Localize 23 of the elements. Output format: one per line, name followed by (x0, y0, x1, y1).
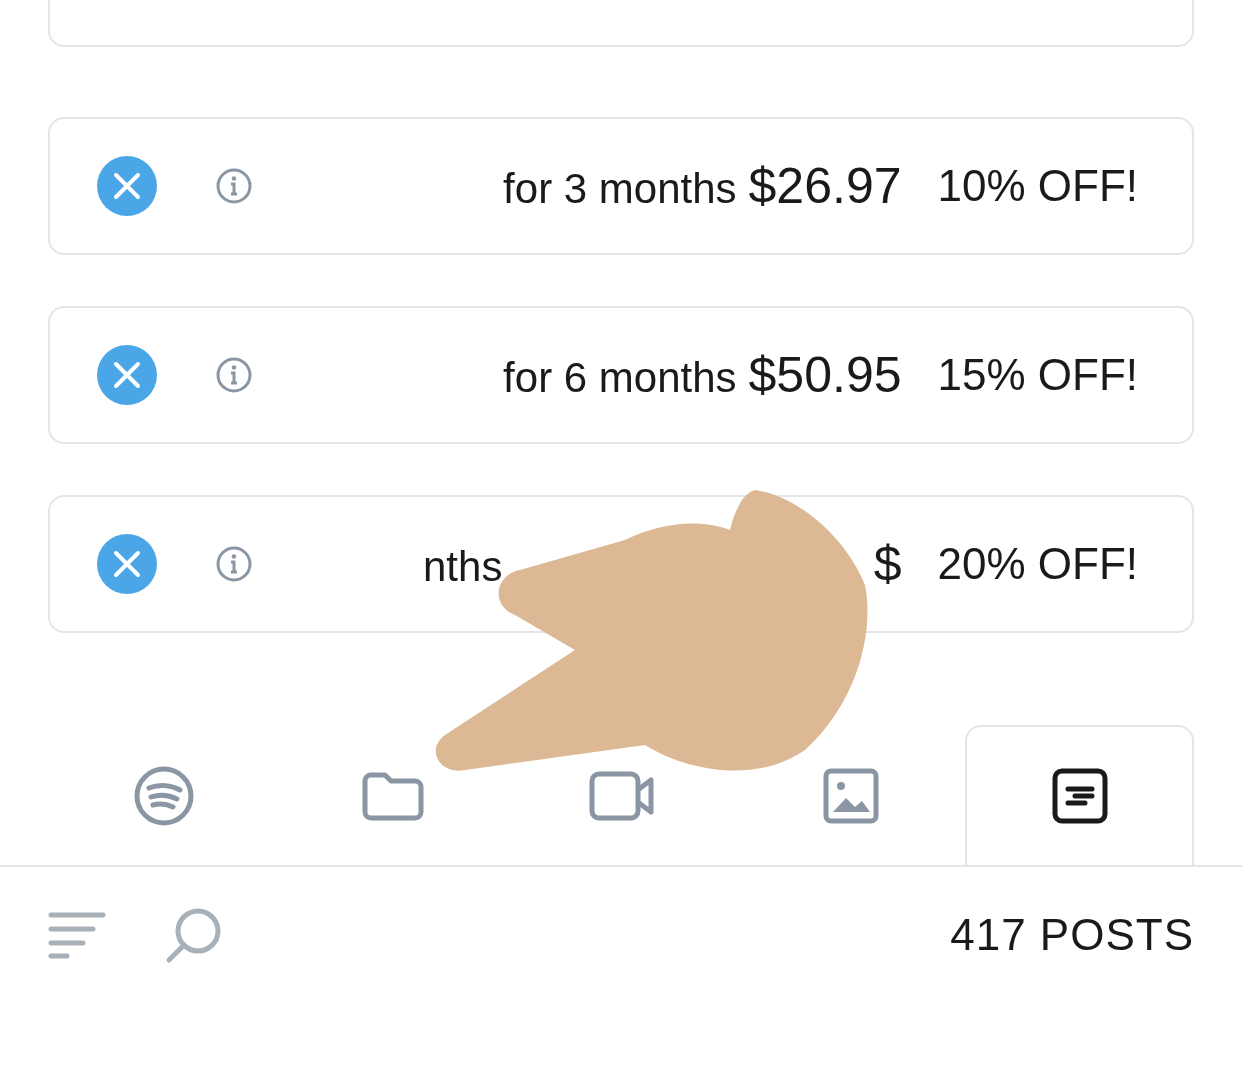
discount-label: 20% OFF! (937, 539, 1138, 589)
info-icon[interactable] (215, 545, 253, 583)
discount-label: 15% OFF! (937, 350, 1138, 400)
offer-price: $50.95 (748, 346, 902, 404)
music-icon (132, 765, 195, 827)
folder-icon (361, 771, 424, 821)
video-icon (588, 771, 655, 821)
offer-price: $26.97 (748, 157, 902, 215)
remove-button[interactable] (96, 155, 158, 217)
image-icon (822, 768, 879, 824)
posts-count: 417 POSTS (949, 910, 1194, 960)
offer-period: for 3 months (502, 165, 737, 213)
remove-button[interactable] (96, 344, 158, 406)
discount-label: 10% OFF! (937, 161, 1138, 211)
filter-icon[interactable] (48, 911, 106, 959)
info-icon[interactable] (215, 356, 253, 394)
offer-period: nths (423, 543, 503, 591)
remove-button[interactable] (96, 533, 158, 595)
post-icon (1051, 768, 1108, 824)
info-icon[interactable] (215, 167, 253, 205)
offer-price: $ (873, 535, 902, 593)
tab[interactable] (965, 725, 1194, 865)
offer-period: for 6 months (502, 354, 737, 402)
